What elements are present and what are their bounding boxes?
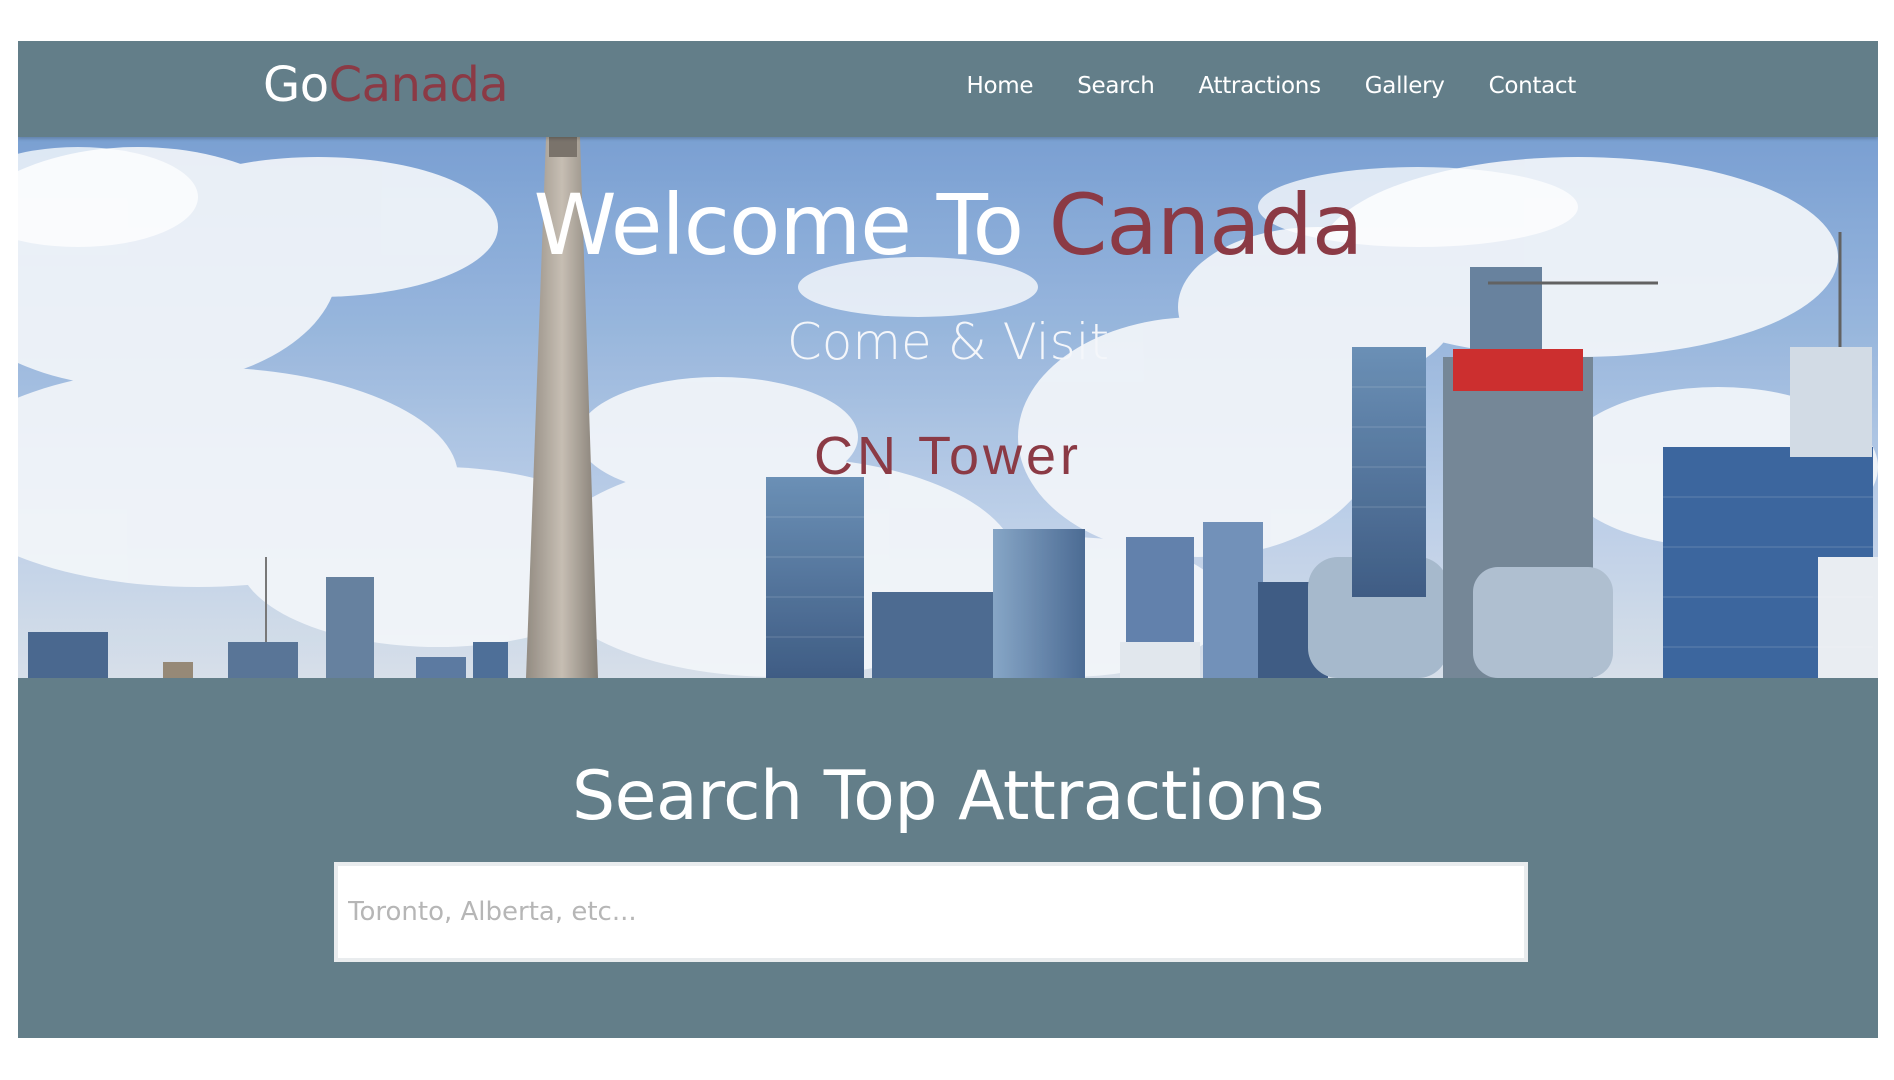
- search-heading: Search Top Attractions: [572, 757, 1324, 836]
- logo-suffix: Canada: [328, 57, 509, 113]
- nav-gallery-link[interactable]: Gallery: [1365, 71, 1445, 101]
- hero-title-main: Welcome To: [533, 176, 1049, 274]
- logo-prefix: Go: [263, 57, 329, 113]
- site-logo[interactable]: GoCanada: [263, 57, 509, 113]
- navbar: GoCanada Home Search Attractions Gallery…: [18, 41, 1878, 137]
- hero-feature-attraction: CN Tower: [813, 426, 1083, 486]
- nav-attractions-link[interactable]: Attractions: [1198, 71, 1321, 101]
- page-frame: GoCanada Home Search Attractions Gallery…: [18, 41, 1878, 1038]
- nav-menu: Home Search Attractions Gallery Contact: [923, 71, 1577, 101]
- hero-banner: Welcome To Canada Come & Visit CN Tower: [18, 137, 1878, 678]
- nav-search-link[interactable]: Search: [1077, 71, 1155, 101]
- hero-title: Welcome To Canada: [18, 175, 1878, 275]
- hero-title-accent: Canada: [1048, 176, 1364, 274]
- nav-contact-link[interactable]: Contact: [1489, 71, 1577, 101]
- hero-subtitle: Come & Visit: [786, 313, 1110, 371]
- search-section: Search Top Attractions: [18, 678, 1878, 1038]
- nav-home-link[interactable]: Home: [967, 71, 1034, 101]
- search-input[interactable]: [334, 862, 1528, 962]
